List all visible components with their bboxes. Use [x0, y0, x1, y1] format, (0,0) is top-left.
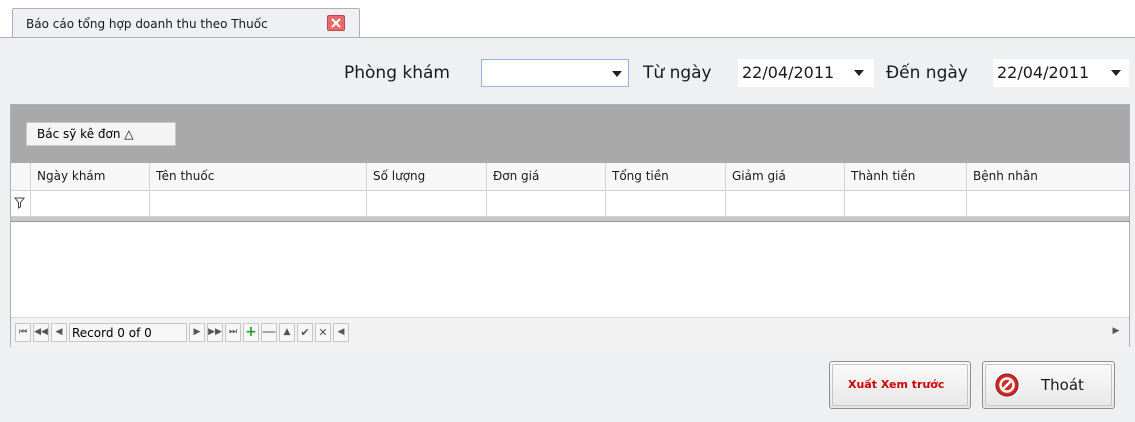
- add-record-icon[interactable]: +: [243, 323, 259, 342]
- group-panel: Bác sỹ kê đơn △: [11, 105, 1129, 163]
- filter-icon: [11, 191, 31, 216]
- edit-record-icon[interactable]: ▲: [279, 323, 295, 342]
- cancel-edit-icon[interactable]: ✕: [315, 323, 331, 342]
- column-header[interactable]: Thành tiền: [845, 163, 967, 190]
- next-record-icon[interactable]: ▶: [189, 323, 205, 342]
- to-date-label: Đến ngày: [886, 63, 968, 83]
- filter-cell[interactable]: [487, 191, 606, 216]
- filter-cell[interactable]: [845, 191, 967, 216]
- from-date-label: Từ ngày: [643, 63, 712, 83]
- chevron-down-icon[interactable]: [612, 71, 622, 77]
- filter-cell[interactable]: [606, 191, 726, 216]
- column-header[interactable]: Tổng tiền: [606, 163, 726, 190]
- column-header[interactable]: Đơn giá: [487, 163, 606, 190]
- filter-cell[interactable]: [367, 191, 487, 216]
- group-by-doctor-chip[interactable]: Bác sỹ kê đơn △: [26, 122, 176, 146]
- preview-export-button[interactable]: Xuất Xem trước: [829, 361, 971, 409]
- column-header[interactable]: Giảm giá: [726, 163, 845, 190]
- last-page-icon[interactable]: ⏭: [225, 323, 241, 342]
- grid-body-separator: [11, 217, 1129, 222]
- revenue-grid: Bác sỹ kê đơn △ Ngày khám Tên thuốc Số l…: [10, 104, 1130, 347]
- first-page-icon[interactable]: ⏮: [15, 323, 31, 342]
- clinic-label: Phòng khám: [344, 63, 450, 83]
- delete-record-icon[interactable]: —: [261, 323, 277, 342]
- tab-revenue-report[interactable]: Báo cáo tổng hợp doanh thu theo Thuốc: [12, 8, 360, 37]
- filter-cell[interactable]: [31, 191, 150, 216]
- column-header[interactable]: Bệnh nhân: [967, 163, 1129, 190]
- exit-label: Thoát: [1041, 376, 1084, 394]
- column-header[interactable]: Số lượng: [367, 163, 487, 190]
- to-date-picker[interactable]: 22/04/2011: [993, 59, 1129, 87]
- auto-filter-row: [11, 191, 1129, 217]
- column-header[interactable]: Tên thuốc: [150, 163, 367, 190]
- column-header[interactable]: Ngày khám: [31, 163, 150, 190]
- scroll-right-icon[interactable]: ▶: [1108, 323, 1124, 342]
- record-counter: Record 0 of 0: [69, 323, 187, 342]
- save-record-icon[interactable]: ✔: [297, 323, 313, 342]
- report-panel: Phòng khám Từ ngày 22/04/2011 Đến ngày 2…: [0, 38, 1135, 422]
- row-indicator-header: [11, 163, 31, 190]
- to-date-value: 22/04/2011: [997, 63, 1090, 82]
- clinic-dropdown[interactable]: [481, 59, 629, 87]
- chevron-down-icon[interactable]: [1111, 70, 1121, 76]
- filter-cell[interactable]: [726, 191, 845, 216]
- chevron-down-icon[interactable]: [854, 70, 864, 76]
- group-by-label: Bác sỹ kê đơn △: [37, 127, 134, 141]
- preview-export-label: Xuất Xem trước: [848, 378, 945, 391]
- close-icon[interactable]: [327, 15, 345, 31]
- previous-record-icon[interactable]: ◀: [51, 323, 67, 342]
- from-date-value: 22/04/2011: [742, 63, 835, 82]
- record-navigator: ⏮ ◀◀ ◀ Record 0 of 0 ▶ ▶▶ ⏭ + — ▲ ✔ ✕ ◀ …: [11, 317, 1129, 347]
- previous-page-icon[interactable]: ◀◀: [33, 323, 49, 342]
- record-text: Record 0 of 0: [72, 326, 152, 340]
- next-page-icon[interactable]: ▶▶: [207, 323, 223, 342]
- tab-strip: Báo cáo tổng hợp doanh thu theo Thuốc: [0, 0, 1135, 38]
- tab-title: Báo cáo tổng hợp doanh thu theo Thuốc: [26, 17, 268, 31]
- scroll-left-icon[interactable]: ◀: [333, 323, 349, 342]
- column-header-row: Ngày khám Tên thuốc Số lượng Đơn giá Tổn…: [11, 163, 1129, 191]
- filter-cell[interactable]: [150, 191, 367, 216]
- exit-button[interactable]: Thoát: [982, 361, 1115, 409]
- stop-icon: [995, 373, 1019, 397]
- filter-cell[interactable]: [967, 191, 1129, 216]
- from-date-picker[interactable]: 22/04/2011: [738, 59, 874, 87]
